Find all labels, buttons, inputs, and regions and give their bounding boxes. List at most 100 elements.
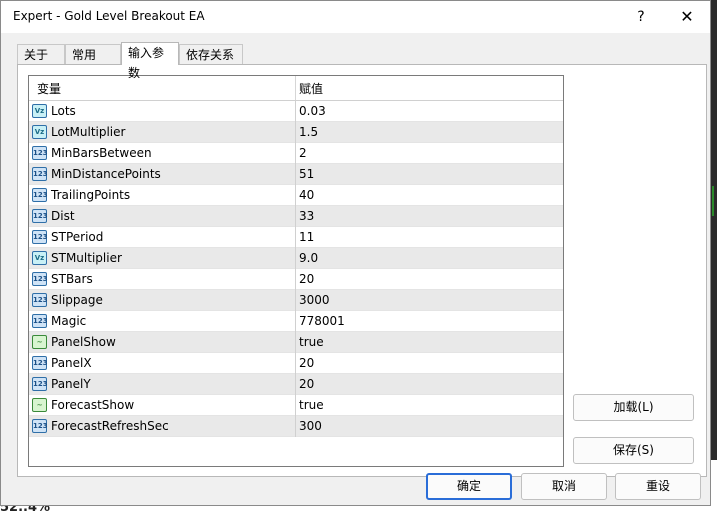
parameter-name: Dist — [51, 209, 75, 223]
cell-divider — [295, 164, 296, 185]
inputs-grid: 变量 赋值 Vz Lots 0.03 Vz LotMultiplier 1.5 123 Min… — [28, 75, 564, 467]
table-row[interactable]: ~ PanelShow true — [29, 332, 563, 353]
int-type-icon: 123 — [32, 314, 48, 328]
column-header-variable[interactable]: 变量 — [37, 80, 61, 97]
tab-dependencies[interactable]: 依存关系 — [179, 44, 243, 64]
parameter-name: LotMultiplier — [51, 125, 126, 139]
parameter-name: STMultiplier — [51, 251, 122, 265]
parameter-name: Slippage — [51, 293, 103, 307]
parameter-name: ForecastShow — [51, 398, 135, 412]
expert-properties-dialog: Expert - Gold Level Breakout EA ? ✕ 关于 常… — [0, 0, 711, 506]
save-button[interactable]: 保存(S) — [573, 437, 694, 464]
parameter-value[interactable]: 1.5 — [299, 125, 318, 139]
parameter-value[interactable]: true — [299, 398, 324, 412]
cell-divider — [295, 269, 296, 290]
parameter-name: PanelShow — [51, 335, 116, 349]
table-row[interactable]: 123 Slippage 3000 — [29, 290, 563, 311]
double-type-icon: Vz — [32, 125, 47, 139]
cancel-button[interactable]: 取消 — [521, 473, 607, 500]
column-divider[interactable] — [295, 76, 296, 100]
double-type-icon: Vz — [32, 104, 47, 118]
double-type-icon: Vz — [32, 251, 47, 265]
parameter-value[interactable]: 11 — [299, 230, 314, 244]
help-button[interactable]: ? — [623, 5, 659, 29]
title-bar[interactable]: Expert - Gold Level Breakout EA ? ✕ — [1, 1, 710, 33]
parameter-name: MinBarsBetween — [51, 146, 152, 160]
reset-button[interactable]: 重设 — [615, 473, 701, 500]
cell-divider — [295, 290, 296, 311]
parameter-name: STBars — [51, 272, 93, 286]
cell-divider — [295, 248, 296, 269]
table-row[interactable]: ~ ForecastShow true — [29, 395, 563, 416]
parameter-name: ForecastRefreshSec — [51, 419, 169, 433]
parameter-name: Lots — [51, 104, 76, 118]
table-row[interactable]: 123 PanelY 20 — [29, 374, 563, 395]
parameter-value[interactable]: 778001 — [299, 314, 345, 328]
parameter-value[interactable]: true — [299, 335, 324, 349]
parameter-value[interactable]: 300 — [299, 419, 322, 433]
parameter-name: PanelY — [51, 377, 91, 391]
cell-divider — [295, 143, 296, 164]
int-type-icon: 123 — [32, 419, 48, 433]
cell-divider — [295, 227, 296, 248]
cell-divider — [295, 395, 296, 416]
int-type-icon: 123 — [32, 230, 48, 244]
cell-divider — [295, 122, 296, 143]
grid-header: 变量 赋值 — [29, 76, 563, 101]
int-type-icon: 123 — [32, 188, 48, 202]
table-row[interactable]: 123 STPeriod 11 — [29, 227, 563, 248]
parameter-value[interactable]: 51 — [299, 167, 314, 181]
parameter-name: MinDistancePoints — [51, 167, 161, 181]
cell-divider — [295, 311, 296, 332]
parameter-name: TrailingPoints — [51, 188, 131, 202]
cell-divider — [295, 416, 296, 437]
cell-divider — [295, 374, 296, 395]
parameter-value[interactable]: 20 — [299, 377, 314, 391]
parameter-value[interactable]: 2 — [299, 146, 307, 160]
parameter-value[interactable]: 40 — [299, 188, 314, 202]
table-row[interactable]: 123 MinDistancePoints 51 — [29, 164, 563, 185]
parameter-value[interactable]: 33 — [299, 209, 314, 223]
parameter-name: Magic — [51, 314, 87, 328]
table-row[interactable]: 123 TrailingPoints 40 — [29, 185, 563, 206]
parameter-value[interactable]: 20 — [299, 356, 314, 370]
tab-common[interactable]: 常用 — [65, 44, 121, 64]
cell-divider — [295, 185, 296, 206]
parameter-value[interactable]: 0.03 — [299, 104, 326, 118]
int-type-icon: 123 — [32, 377, 48, 391]
table-row[interactable]: 123 ForecastRefreshSec 300 — [29, 416, 563, 437]
parameter-value[interactable]: 3000 — [299, 293, 330, 307]
int-type-icon: 123 — [32, 146, 48, 160]
table-row[interactable]: 123 MinBarsBetween 2 — [29, 143, 563, 164]
bool-type-icon: ~ — [32, 398, 47, 412]
column-header-value[interactable]: 赋值 — [299, 80, 323, 97]
table-row[interactable]: Vz LotMultiplier 1.5 — [29, 122, 563, 143]
parameter-value[interactable]: 9.0 — [299, 251, 318, 265]
cell-divider — [295, 101, 296, 122]
table-row[interactable]: 123 PanelX 20 — [29, 353, 563, 374]
bool-type-icon: ~ — [32, 335, 47, 349]
close-button[interactable]: ✕ — [669, 5, 705, 29]
window-title: Expert - Gold Level Breakout EA — [13, 9, 205, 23]
table-row[interactable]: Vz Lots 0.03 — [29, 101, 563, 122]
tab-inputs[interactable]: 输入参数 — [121, 42, 179, 80]
parameter-name: PanelX — [51, 356, 92, 370]
chart-candle-right — [712, 186, 714, 216]
table-row[interactable]: 123 Magic 778001 — [29, 311, 563, 332]
cell-divider — [295, 353, 296, 374]
parameter-name: STPeriod — [51, 230, 104, 244]
int-type-icon: 123 — [32, 272, 48, 286]
cell-divider — [295, 206, 296, 227]
load-button[interactable]: 加载(L) — [573, 394, 694, 421]
table-row[interactable]: 123 Dist 33 — [29, 206, 563, 227]
tab-about[interactable]: 关于 — [17, 44, 65, 64]
int-type-icon: 123 — [32, 209, 48, 223]
table-row[interactable]: Vz STMultiplier 9.0 — [29, 248, 563, 269]
ok-button[interactable]: 确定 — [426, 473, 512, 500]
cell-divider — [295, 332, 296, 353]
table-row[interactable]: 123 STBars 20 — [29, 269, 563, 290]
int-type-icon: 123 — [32, 167, 48, 181]
int-type-icon: 123 — [32, 356, 48, 370]
parameter-value[interactable]: 20 — [299, 272, 314, 286]
int-type-icon: 123 — [32, 293, 48, 307]
